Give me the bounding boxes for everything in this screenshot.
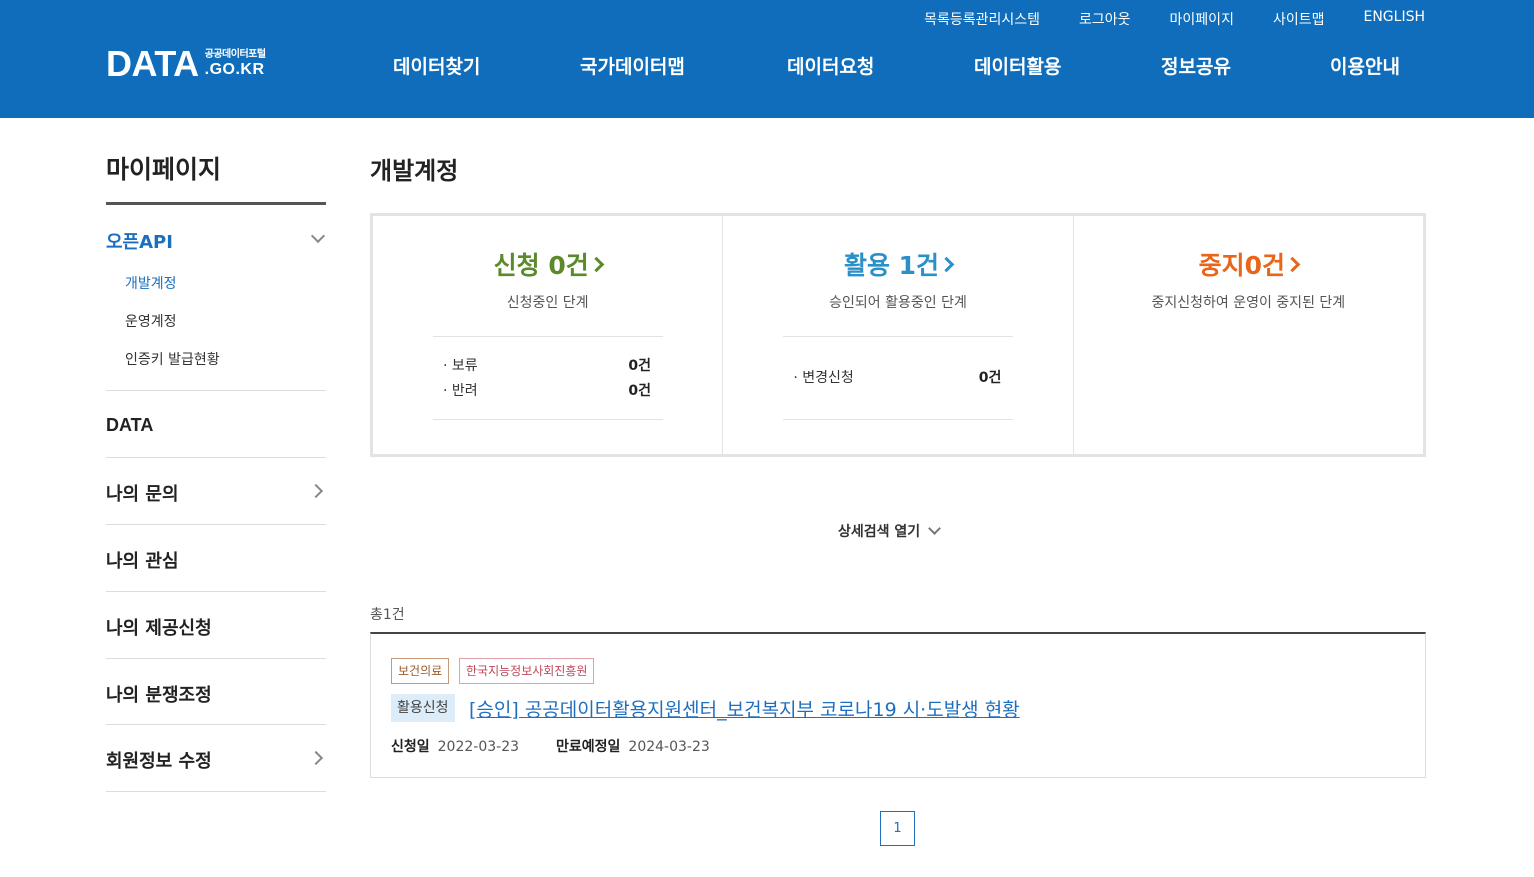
sidebar-sub-key-status[interactable]: 인증키 발급현황 bbox=[125, 349, 220, 369]
chevron-right-icon bbox=[938, 256, 955, 273]
status-apply-list: · 보류 0건 · 반려 0건 bbox=[433, 336, 663, 420]
page-title: 개발계정 bbox=[370, 157, 459, 185]
util-link-sitemap[interactable]: 사이트맵 bbox=[1273, 9, 1325, 29]
sidebar-item-open-api[interactable]: 오픈API bbox=[106, 228, 326, 254]
result-title-link[interactable]: [승인] 공공데이터활용지원센터_보건복지부 코로나19 시·도발생 현황 bbox=[469, 695, 1020, 722]
status-use-desc: 승인되어 활용중인 단계 bbox=[829, 295, 967, 311]
sidebar-item-my-provision[interactable]: 나의 제공신청 bbox=[106, 614, 326, 640]
site-header: 목록등록관리시스템 로그아웃 마이페이지 사이트맵 ENGLISH DATA 공… bbox=[0, 0, 1534, 118]
chevron-right-icon bbox=[1284, 256, 1301, 273]
utility-nav: 목록등록관리시스템 로그아웃 마이페이지 사이트맵 ENGLISH bbox=[885, 9, 1425, 29]
sidebar-divider bbox=[106, 524, 326, 525]
status-summary: 신청 0건 신청중인 단계 · 보류 0건 · 반려 0건 활용 1건 승인되어… bbox=[370, 213, 1426, 457]
apply-date: 신청일 2022-03-23 bbox=[391, 739, 520, 755]
util-link-english[interactable]: ENGLISH bbox=[1363, 9, 1425, 29]
result-item: 보건의료 한국지능정보사회진흥원 활용신청 [승인] 공공데이터활용지원센터_보… bbox=[370, 632, 1426, 778]
sidebar-item-my-inquiry[interactable]: 나의 문의 bbox=[106, 480, 326, 506]
sidebar-title-divider bbox=[106, 202, 326, 205]
status-stop-desc: 중지신청하여 운영이 중지된 단계 bbox=[1151, 295, 1346, 311]
status-row-reject: · 반려 0건 bbox=[443, 383, 651, 399]
status-use-panel: 활용 1건 승인되어 활용중인 단계 · 변경신청 0건 bbox=[723, 216, 1074, 454]
sidebar-divider bbox=[106, 390, 326, 391]
util-link-logout[interactable]: 로그아웃 bbox=[1079, 9, 1131, 29]
sidebar-divider bbox=[106, 591, 326, 592]
chevron-right-icon bbox=[588, 256, 604, 273]
status-apply-panel: 신청 0건 신청중인 단계 · 보류 0건 · 반려 0건 bbox=[373, 216, 724, 454]
status-apply-link[interactable]: 신청 0건 bbox=[373, 246, 722, 282]
status-row-change: · 변경신청 0건 bbox=[793, 370, 1002, 386]
sidebar-title: 마이페이지 bbox=[106, 155, 222, 184]
nav-find-data[interactable]: 데이터찾기 bbox=[393, 52, 480, 79]
sidebar-divider bbox=[106, 791, 326, 792]
sidebar-sub-ops-account[interactable]: 운영계정 bbox=[125, 311, 177, 331]
chevron-down-icon bbox=[928, 521, 942, 535]
status-stop-panel: 중지0건 중지신청하여 운영이 중지된 단계 bbox=[1074, 216, 1423, 454]
pagination-page-1[interactable]: 1 bbox=[880, 811, 915, 846]
sidebar-divider bbox=[106, 658, 326, 659]
util-link-catalog-system[interactable]: 목록등록관리시스템 bbox=[924, 9, 1040, 29]
status-badge: 활용신청 bbox=[391, 694, 455, 722]
provider-tag: 한국지능정보사회진흥원 bbox=[459, 658, 595, 684]
nav-data-request[interactable]: 데이터요청 bbox=[787, 52, 874, 79]
sidebar-item-data[interactable]: DATA bbox=[106, 415, 326, 436]
nav-national-data-map[interactable]: 국가데이터맵 bbox=[580, 52, 685, 79]
main-nav: 데이터찾기 국가데이터맵 데이터요청 데이터활용 정보공유 이용안내 bbox=[0, 52, 1534, 82]
status-row-hold: · 보류 0건 bbox=[443, 358, 651, 374]
sidebar-divider bbox=[106, 457, 326, 458]
detail-search-toggle[interactable]: 상세검색 열기 bbox=[838, 521, 942, 541]
nav-usage-guide[interactable]: 이용안내 bbox=[1330, 52, 1400, 79]
nav-info-share[interactable]: 정보공유 bbox=[1161, 52, 1231, 79]
category-tag: 보건의료 bbox=[391, 658, 450, 684]
sidebar-item-edit-member[interactable]: 회원정보 수정 bbox=[106, 747, 326, 773]
sidebar-divider bbox=[106, 724, 326, 725]
status-apply-desc: 신청중인 단계 bbox=[506, 295, 589, 311]
nav-data-utilization[interactable]: 데이터활용 bbox=[974, 52, 1061, 79]
sidebar-item-my-interest[interactable]: 나의 관심 bbox=[106, 547, 326, 573]
sidebar-item-my-dispute[interactable]: 나의 분쟁조정 bbox=[106, 681, 326, 707]
expire-date: 만료예정일 2024-03-23 bbox=[556, 739, 710, 755]
sidebar-sub-dev-account[interactable]: 개발계정 bbox=[125, 273, 177, 293]
total-count: 총1건 bbox=[370, 607, 405, 623]
status-use-list: · 변경신청 0건 bbox=[783, 336, 1014, 420]
status-use-link[interactable]: 활용 1건 bbox=[723, 246, 1072, 282]
util-link-mypage[interactable]: 마이페이지 bbox=[1170, 9, 1234, 29]
status-stop-link[interactable]: 중지0건 bbox=[1074, 246, 1423, 282]
